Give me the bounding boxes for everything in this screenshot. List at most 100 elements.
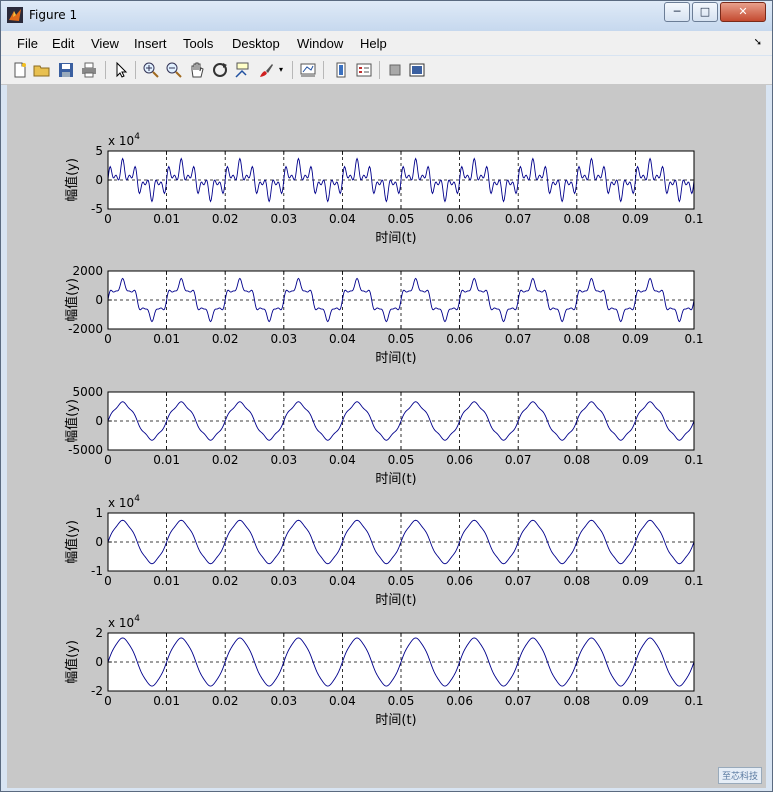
y-tick-label: 5000	[72, 385, 103, 399]
x-tick-label: 0.06	[446, 694, 473, 708]
y-tick-label: -2000	[68, 322, 103, 336]
y-tick-label: -5	[91, 202, 103, 216]
y-tick-label: -2	[91, 684, 103, 698]
y-tick-label: 0	[95, 535, 103, 549]
x-tick-label: 0.09	[622, 332, 649, 346]
x-axis-label: 时间(t)	[375, 713, 416, 728]
x-tick-label: 0.02	[212, 694, 239, 708]
hide-plot-tools-icon[interactable]	[386, 61, 404, 79]
x-tick-label: 0.08	[563, 453, 590, 467]
menu-bar: File Edit View Insert Tools Desktop Wind…	[1, 31, 772, 55]
x-axis-label: 时间(t)	[375, 231, 416, 246]
x-tick-label: 0.06	[446, 574, 473, 588]
x-tick-label: 0.1	[684, 332, 703, 346]
y-axis-label: 幅值(y)	[64, 520, 80, 564]
exponent-label: x 104	[108, 614, 140, 630]
minimize-button[interactable]: ─	[664, 2, 690, 22]
menu-help[interactable]: Help	[360, 36, 387, 51]
x-tick-label: 0	[104, 694, 112, 708]
toolbar-separator	[292, 61, 293, 79]
subplots-area: 0 0.01 0.02 0.03 0.04 0.05 0.06 0.07 0.08 0.09 0.1…	[64, 132, 704, 728]
close-button[interactable]: ✕	[720, 2, 766, 22]
x-tick-label: 0.1	[684, 212, 703, 226]
brush-icon[interactable]	[257, 61, 275, 79]
y-tick-label: 0	[95, 293, 103, 307]
x-tick-label: 0.1	[684, 453, 703, 467]
zoom-out-icon[interactable]	[165, 61, 183, 79]
print-icon[interactable]	[80, 61, 98, 79]
menu-file[interactable]: File	[17, 36, 38, 51]
x-tick-label: 0.04	[329, 332, 356, 346]
pan-icon[interactable]	[188, 61, 206, 79]
x-tick-label: 0.06	[446, 332, 473, 346]
menu-window[interactable]: Window	[297, 36, 343, 51]
x-tick-label: 0.08	[563, 212, 590, 226]
figure-window: Figure 1 ─ □ ✕ File Edit View Insert Too…	[0, 0, 773, 792]
x-tick-label: 0	[104, 212, 112, 226]
y-tick-label: 5	[95, 144, 103, 158]
x-axis-label: 时间(t)	[375, 351, 416, 366]
colorbar-icon[interactable]	[332, 61, 350, 79]
data-cursor-icon[interactable]	[234, 61, 252, 79]
maximize-button[interactable]: □	[692, 2, 718, 22]
window-title: Figure 1	[29, 8, 78, 22]
legend-icon[interactable]	[355, 61, 373, 79]
menu-desktop[interactable]: Desktop	[232, 36, 280, 51]
matlab-logo-icon	[7, 7, 23, 23]
x-tick-label: 0.07	[505, 574, 532, 588]
open-file-icon[interactable]	[33, 61, 51, 79]
save-icon[interactable]	[57, 61, 75, 79]
x-tick-label: 0.05	[388, 574, 415, 588]
y-tick-label: 2000	[72, 264, 103, 278]
show-plot-tools-icon[interactable]	[408, 61, 426, 79]
x-tick-label: 0.06	[446, 453, 473, 467]
x-tick-label: 0.01	[153, 574, 180, 588]
x-tick-label: 0.05	[388, 453, 415, 467]
x-tick-label: 0.04	[329, 212, 356, 226]
x-tick-label: 0.03	[270, 212, 297, 226]
menu-tools[interactable]: Tools	[183, 36, 213, 51]
toolbar-separator	[105, 61, 106, 79]
link-plot-icon[interactable]	[299, 61, 317, 79]
x-tick-label: 0.02	[212, 574, 239, 588]
x-tick-label: 0.02	[212, 453, 239, 467]
y-tick-label: 1	[95, 506, 103, 520]
figure-toolbar: ▾	[1, 56, 772, 85]
pointer-icon[interactable]	[112, 61, 130, 79]
menu-insert[interactable]: Insert	[134, 36, 167, 51]
x-tick-label: 0.03	[270, 574, 297, 588]
title-bar[interactable]: Figure 1 ─ □ ✕	[1, 1, 772, 31]
toolbar-separator	[135, 61, 136, 79]
x-tick-label: 0.09	[622, 453, 649, 467]
x-tick-label: 0.04	[329, 453, 356, 467]
x-tick-label: 0.01	[153, 453, 180, 467]
new-figure-icon[interactable]	[11, 61, 29, 79]
dock-arrow-icon[interactable]: ➘	[754, 37, 762, 48]
zoom-in-icon[interactable]	[142, 61, 160, 79]
x-axis-label: 时间(t)	[375, 593, 416, 608]
x-tick-label: 0.07	[505, 212, 532, 226]
x-tick-label: 0.09	[622, 212, 649, 226]
menu-view[interactable]: View	[91, 36, 119, 51]
rotate-3d-icon[interactable]	[211, 61, 229, 79]
x-tick-label: 0.05	[388, 332, 415, 346]
menu-edit[interactable]: Edit	[52, 36, 74, 51]
y-tick-label: 2	[95, 626, 103, 640]
x-tick-label: 0.05	[388, 694, 415, 708]
x-tick-label: 0	[104, 574, 112, 588]
y-axis-label: 幅值(y)	[64, 158, 80, 202]
x-axis-label: 时间(t)	[375, 472, 416, 487]
x-tick-label: 0.1	[684, 694, 703, 708]
figure-canvas: 0 0.01 0.02 0.03 0.04 0.05 0.06 0.07 0.08 0.09 0.1…	[7, 85, 766, 788]
y-tick-label: 0	[95, 414, 103, 428]
y-tick-label: -5000	[68, 443, 103, 457]
x-tick-label: 0.07	[505, 453, 532, 467]
x-tick-label: 0.01	[153, 694, 180, 708]
y-axis-label: 幅值(y)	[64, 640, 80, 684]
x-tick-label: 0.04	[329, 694, 356, 708]
x-tick-label: 0.09	[622, 574, 649, 588]
brush-dropdown-icon[interactable]: ▾	[279, 61, 287, 79]
x-tick-label: 0	[104, 332, 112, 346]
x-tick-label: 0.1	[684, 574, 703, 588]
x-tick-label: 0.07	[505, 694, 532, 708]
